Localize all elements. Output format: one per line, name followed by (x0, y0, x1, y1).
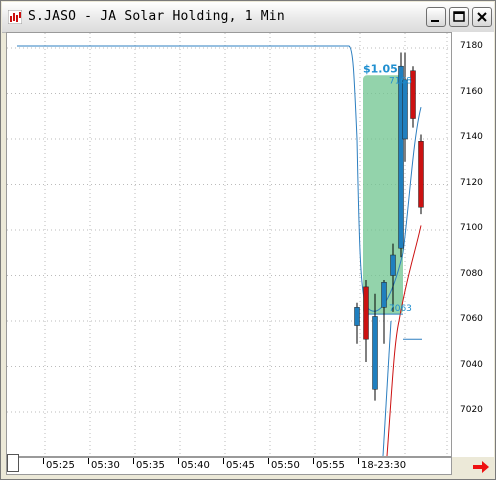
moving-average-lines (17, 45, 422, 457)
time-tick-mark (43, 458, 44, 464)
candle-body (381, 282, 387, 308)
price-tick-label: 7060 (460, 314, 483, 324)
time-tick-label: 05:50 (271, 460, 300, 471)
app-chart-icon (8, 10, 22, 24)
time-tick-label: 05:55 (316, 460, 345, 471)
range-highlight-box (363, 75, 403, 315)
time-tick-mark (358, 458, 359, 464)
title-bar[interactable]: S.JASO - JA Solar Holding, 1 Min (2, 2, 494, 33)
minimize-icon (431, 20, 439, 22)
high-label: 7168 (389, 76, 412, 86)
candle-body (390, 254, 396, 276)
price-tick-label: 7040 (460, 359, 483, 370)
time-tick-mark (223, 458, 224, 464)
chart-area[interactable]: $1.05 7168 7063 (6, 32, 452, 457)
price-tick-label: 7140 (460, 132, 483, 142)
candle-body (402, 79, 408, 140)
time-tick-label: 05:35 (136, 460, 165, 471)
time-tick-label: 05:40 (181, 460, 210, 471)
time-axis: 05:25 05:30 05:35 05:40 05:45 05:50 05:55 18-23… (6, 457, 452, 475)
price-tick-label: 7100 (460, 223, 483, 233)
minimize-button[interactable] (426, 7, 446, 27)
time-tick-label: 05:45 (226, 460, 255, 471)
maximize-icon (453, 11, 465, 22)
time-tick-label: 05:30 (91, 460, 120, 471)
candle (354, 302, 360, 344)
candle-body (354, 307, 360, 326)
time-tick-mark (88, 458, 89, 464)
price-axis: 7180 7160 7140 7120 7100 7080 7060 7040 7020 (452, 32, 494, 457)
candle-body (363, 286, 369, 340)
price-tick-label: 7160 (460, 86, 483, 97)
chart-window: S.JASO - JA Solar Holding, 1 Min $1.05 7… (0, 0, 496, 480)
window-title: S.JASO - JA Solar Holding, 1 Min (28, 9, 285, 24)
candle (418, 134, 424, 215)
close-button[interactable] (472, 7, 492, 27)
candle-body (418, 141, 424, 208)
red-right-arrow-icon[interactable] (471, 459, 491, 475)
candle-body (372, 316, 378, 390)
time-tick-label: 05:25 (46, 460, 75, 471)
time-tick-mark (313, 458, 314, 464)
time-tick-label: 18-23:30 (361, 460, 407, 471)
price-plot: $1.05 7168 7063 (7, 33, 451, 457)
time-tick-mark (133, 458, 134, 464)
maximize-button[interactable] (449, 7, 469, 27)
candle (363, 280, 369, 362)
range-label: $1.05 (363, 62, 398, 75)
scroll-handle[interactable] (7, 454, 19, 472)
price-tick-label: 7180 (460, 41, 483, 51)
time-tick-mark (178, 458, 179, 464)
price-tick-label: 7020 (460, 405, 483, 415)
time-tick-mark (268, 458, 269, 464)
low-label: 7063 (389, 304, 412, 314)
price-tick-label: 7080 (460, 268, 483, 279)
close-icon (477, 12, 487, 22)
price-tick-label: 7120 (460, 177, 483, 188)
